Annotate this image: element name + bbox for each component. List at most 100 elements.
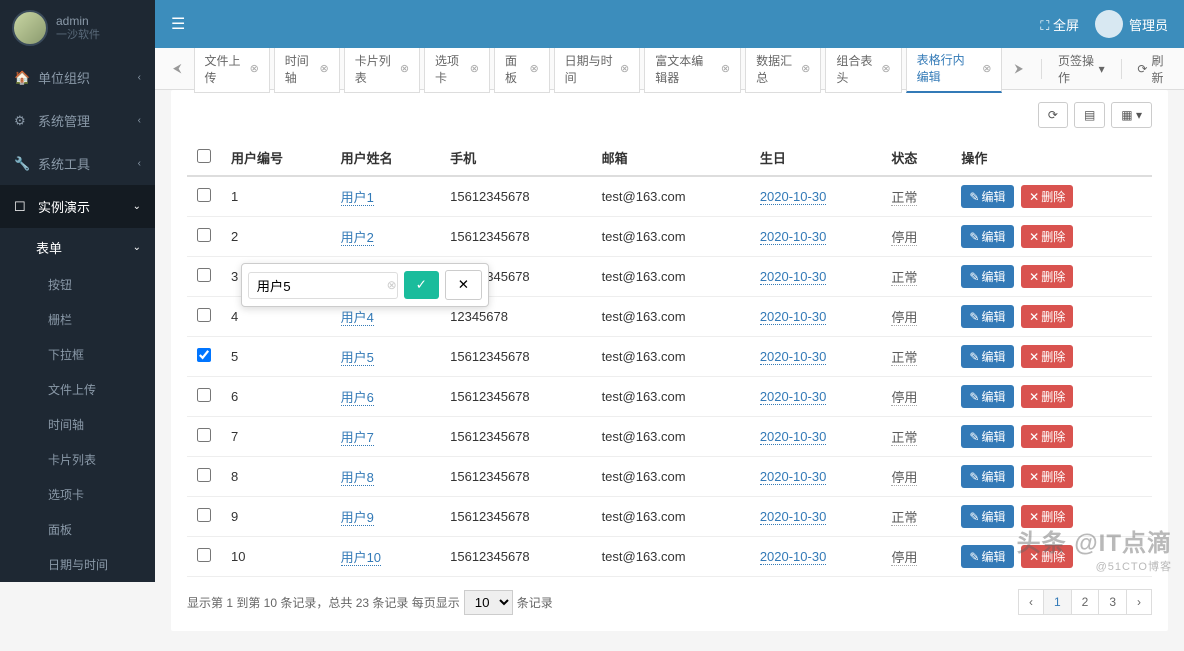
delete-button[interactable]: ✕删除 xyxy=(1021,505,1073,528)
close-icon[interactable]: ⊗ xyxy=(721,62,730,75)
page-‹[interactable]: ‹ xyxy=(1018,589,1044,615)
delete-button[interactable]: ✕删除 xyxy=(1021,345,1073,368)
sidebar-subsub-3[interactable]: 文件上传 xyxy=(0,372,155,407)
admin-menu[interactable]: 管理员 xyxy=(1095,10,1168,38)
edit-button[interactable]: ✎编辑 xyxy=(961,345,1013,368)
cell-birthday[interactable]: 2020-10-30 xyxy=(760,349,827,365)
delete-button[interactable]: ✕删除 xyxy=(1021,225,1073,248)
cell-status[interactable]: 正常 xyxy=(891,190,917,206)
sidebar-item-2[interactable]: 🔧 系统工具 ‹ xyxy=(0,142,155,185)
avatar[interactable] xyxy=(12,10,48,46)
cell-birthday[interactable]: 2020-10-30 xyxy=(760,469,827,485)
edit-button[interactable]: ✎编辑 xyxy=(961,505,1013,528)
sidebar-subsub-7[interactable]: 面板 xyxy=(0,512,155,547)
row-checkbox[interactable] xyxy=(197,228,211,242)
tab-2[interactable]: 卡片列表⊗ xyxy=(344,44,420,93)
edit-button[interactable]: ✎编辑 xyxy=(961,305,1013,328)
delete-button[interactable]: ✕删除 xyxy=(1021,265,1073,288)
cell-status[interactable]: 停用 xyxy=(891,230,917,246)
close-icon[interactable]: ⊗ xyxy=(529,62,538,75)
tab-4[interactable]: 面板⊗ xyxy=(494,44,550,93)
close-icon[interactable]: ⊗ xyxy=(250,62,259,75)
edit-button[interactable]: ✎编辑 xyxy=(961,425,1013,448)
cell-birthday[interactable]: 2020-10-30 xyxy=(760,429,827,445)
close-icon[interactable]: ⊗ xyxy=(470,62,479,75)
cell-birthday[interactable]: 2020-10-30 xyxy=(760,509,827,525)
cell-status[interactable]: 正常 xyxy=(891,510,917,526)
col-email[interactable]: 邮箱 xyxy=(592,140,750,176)
edit-button[interactable]: ✎编辑 xyxy=(961,465,1013,488)
reload-button[interactable]: ⟳ xyxy=(1038,102,1068,128)
sidebar-subsub-2[interactable]: 下拉框 xyxy=(0,337,155,372)
cell-birthday[interactable]: 2020-10-30 xyxy=(760,309,827,325)
tab-3[interactable]: 选项卡⊗ xyxy=(424,44,490,93)
row-checkbox[interactable] xyxy=(197,308,211,322)
cell-birthday[interactable]: 2020-10-30 xyxy=(760,549,827,565)
cell-status[interactable]: 正常 xyxy=(891,430,917,446)
tab-5[interactable]: 日期与时间⊗ xyxy=(554,44,641,93)
edit-button[interactable]: ✎编辑 xyxy=(961,185,1013,208)
row-checkbox[interactable] xyxy=(197,428,211,442)
page-size-select[interactable]: 10 xyxy=(464,590,513,615)
cancel-button[interactable]: ✕ xyxy=(445,270,482,300)
tab-ops-dropdown[interactable]: 页签操作 ▾ xyxy=(1050,48,1113,90)
row-checkbox[interactable] xyxy=(197,548,211,562)
cell-name[interactable]: 用户10 xyxy=(341,550,381,566)
clear-icon[interactable]: ⊗ xyxy=(387,278,397,292)
edit-button[interactable]: ✎编辑 xyxy=(961,385,1013,408)
sidebar-item-1[interactable]: ⚙ 系统管理 ‹ xyxy=(0,99,155,142)
page-3[interactable]: 3 xyxy=(1098,589,1127,615)
cell-birthday[interactable]: 2020-10-30 xyxy=(760,229,827,245)
col-id[interactable]: 用户编号 xyxy=(221,140,331,176)
sidebar-subsub-0[interactable]: 按钮 xyxy=(0,267,155,302)
edit-button[interactable]: ✎编辑 xyxy=(961,265,1013,288)
tab-9[interactable]: 表格行内编辑⊗ xyxy=(906,44,1003,93)
row-checkbox[interactable] xyxy=(197,508,211,522)
page-1[interactable]: 1 xyxy=(1043,589,1072,615)
delete-button[interactable]: ✕删除 xyxy=(1021,385,1073,408)
cell-name[interactable]: 用户2 xyxy=(341,230,374,246)
sidebar-subsub-8[interactable]: 日期与时间 xyxy=(0,547,155,582)
sidebar-sub-forms[interactable]: 表单 ⌄ xyxy=(0,228,155,267)
row-checkbox[interactable] xyxy=(197,188,211,202)
col-birth[interactable]: 生日 xyxy=(750,140,882,176)
sidebar-subsub-4[interactable]: 时间轴 xyxy=(0,407,155,442)
delete-button[interactable]: ✕删除 xyxy=(1021,305,1073,328)
row-checkbox[interactable] xyxy=(197,388,211,402)
refresh-button[interactable]: ⟳ 刷新 xyxy=(1129,48,1176,90)
col-name[interactable]: 用户姓名 xyxy=(331,140,441,176)
sidebar-item-3[interactable]: ☐ 实例演示 ⌄ xyxy=(0,185,155,228)
delete-button[interactable]: ✕删除 xyxy=(1021,425,1073,448)
col-phone[interactable]: 手机 xyxy=(440,140,591,176)
page-›[interactable]: › xyxy=(1126,589,1152,615)
delete-button[interactable]: ✕删除 xyxy=(1021,465,1073,488)
close-icon[interactable]: ⊗ xyxy=(982,62,991,75)
tab-8[interactable]: 组合表头⊗ xyxy=(825,44,901,93)
close-icon[interactable]: ⊗ xyxy=(400,62,409,75)
close-icon[interactable]: ⊗ xyxy=(320,62,329,75)
cell-name[interactable]: 用户9 xyxy=(341,510,374,526)
cell-name[interactable]: 用户7 xyxy=(341,430,374,446)
cell-birthday[interactable]: 2020-10-30 xyxy=(760,269,827,285)
tabs-scroll-left[interactable]: ⮜ xyxy=(163,55,192,82)
cell-status[interactable]: 停用 xyxy=(891,470,917,486)
hamburger-icon[interactable]: ☰ xyxy=(171,14,185,34)
delete-button[interactable]: ✕删除 xyxy=(1021,185,1073,208)
sidebar-subsub-1[interactable]: 栅栏 xyxy=(0,302,155,337)
tab-0[interactable]: 文件上传⊗ xyxy=(194,44,270,93)
page-2[interactable]: 2 xyxy=(1071,589,1100,615)
close-icon[interactable]: ⊗ xyxy=(801,62,810,75)
cell-name[interactable]: 用户1 xyxy=(341,190,374,206)
sidebar-item-0[interactable]: 🏠 单位组织 ‹ xyxy=(0,56,155,99)
row-checkbox[interactable] xyxy=(197,268,211,282)
inline-edit-input[interactable] xyxy=(248,272,398,299)
sidebar-subsub-6[interactable]: 选项卡 xyxy=(0,477,155,512)
close-icon[interactable]: ⊗ xyxy=(881,62,890,75)
tab-1[interactable]: 时间轴⊗ xyxy=(274,44,340,93)
cell-birthday[interactable]: 2020-10-30 xyxy=(760,189,827,205)
select-all-checkbox[interactable] xyxy=(197,149,211,163)
row-checkbox[interactable] xyxy=(197,348,211,362)
tabs-scroll-right[interactable]: ⮞ xyxy=(1004,55,1033,82)
cell-name[interactable]: 用户6 xyxy=(341,390,374,406)
cell-birthday[interactable]: 2020-10-30 xyxy=(760,389,827,405)
